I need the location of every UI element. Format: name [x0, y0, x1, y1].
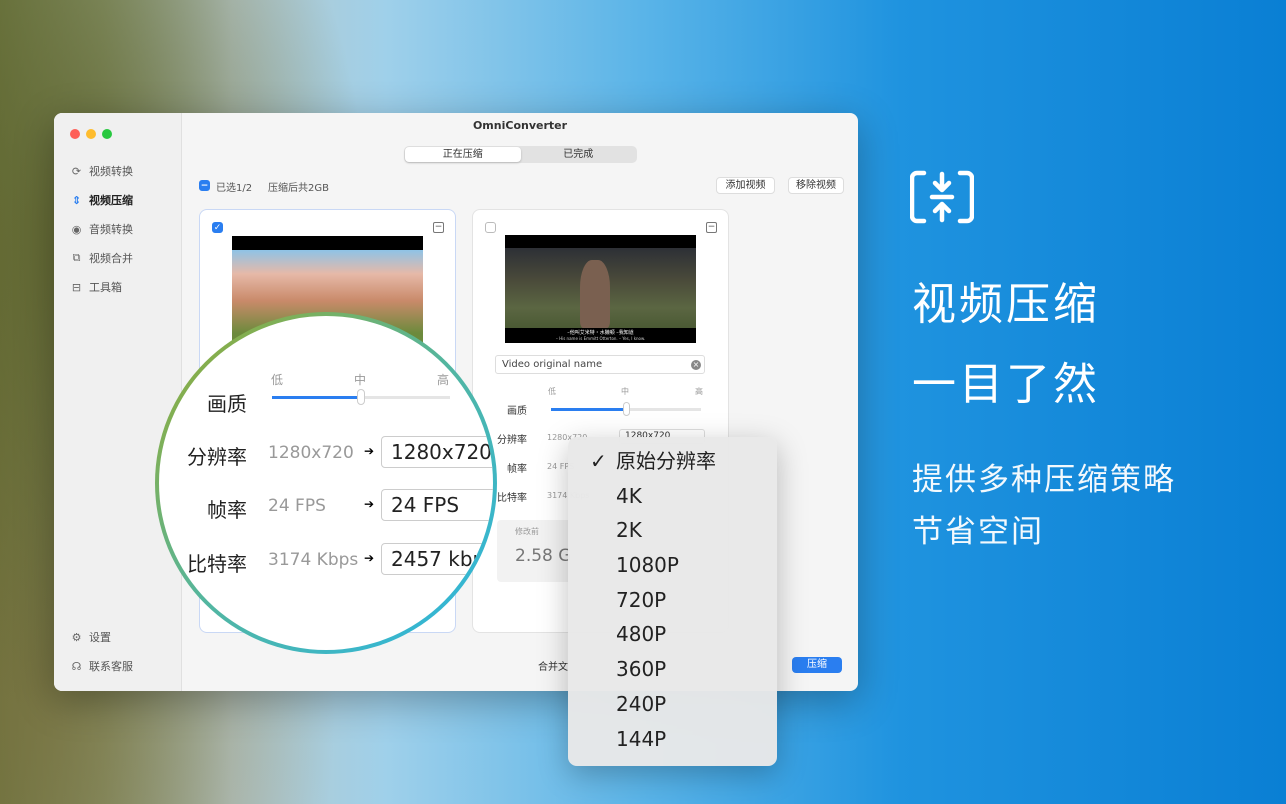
quality-mid-label: 中: [621, 387, 629, 396]
sidebar-item-label: 工具箱: [89, 281, 122, 294]
add-video-button[interactable]: 添加视频: [716, 177, 775, 194]
minimize-button[interactable]: [86, 129, 96, 139]
compress-button[interactable]: 压缩: [792, 657, 842, 673]
resolution-from: 1280x720: [268, 443, 354, 463]
video-checkbox[interactable]: [485, 222, 496, 233]
framerate-select[interactable]: 24 FPS: [381, 489, 493, 521]
tab-compressing[interactable]: 正在压缩: [405, 147, 521, 162]
compress-icon: ⇕: [71, 193, 82, 207]
sidebar-item-label: 视频压缩: [89, 194, 133, 207]
subtitle-en: – His name is Emmitt Otterton. – Yes, I …: [555, 336, 646, 341]
framerate-from: 24 FPS: [268, 496, 326, 516]
slider-thumb[interactable]: [623, 402, 630, 416]
quality-slider[interactable]: [551, 402, 701, 416]
before-size: 2.58 G: [515, 546, 572, 566]
sidebar-item-video-compress[interactable]: ⇕ 视频压缩: [70, 192, 133, 208]
audio-icon: ◉: [71, 222, 82, 236]
resolution-select[interactable]: 1280x720: [381, 436, 493, 468]
arrow-icon: ➔: [364, 444, 375, 458]
quality-label: 画质: [207, 392, 247, 416]
quality-high-label: 高: [437, 373, 450, 387]
clear-icon[interactable]: ×: [691, 360, 701, 370]
sidebar-item-toolbox[interactable]: ⊟ 工具箱: [70, 279, 122, 295]
headset-icon: ☊: [71, 659, 82, 673]
resolution-dropdown-menu: ✓ 原始分辨率 4K 2K 1080P 720P 480P 360P 240P 1…: [568, 437, 777, 766]
promo-title-1: 视频压缩: [912, 279, 1100, 330]
tab-completed[interactable]: 已完成: [521, 147, 637, 162]
promo-subtitle-2: 节省空间: [912, 514, 1044, 550]
framerate-label: 帧率: [207, 498, 247, 522]
sidebar-item-support[interactable]: ☊ 联系客服: [70, 658, 133, 674]
remove-item-icon[interactable]: −: [433, 222, 444, 233]
remove-video-button[interactable]: 移除视频: [788, 177, 844, 194]
video-name-input[interactable]: Video original name: [495, 355, 705, 374]
arrow-icon: ➔: [364, 497, 375, 511]
quality-mid-label: 中: [354, 373, 367, 387]
merge-icon: ⧉: [72, 251, 81, 264]
quality-slider[interactable]: [272, 389, 450, 405]
menu-item-720p[interactable]: 720P: [568, 586, 777, 621]
remove-item-icon[interactable]: −: [706, 222, 717, 233]
select-all-checkbox[interactable]: −: [199, 180, 210, 191]
sidebar-item-label: 联系客服: [89, 660, 133, 673]
before-label: 修改前: [515, 527, 539, 536]
bitrate-select[interactable]: 2457 kbp: [381, 543, 493, 575]
sidebar-item-settings[interactable]: ⚙ 设置: [70, 629, 111, 645]
compress-icon: [910, 170, 974, 224]
sidebar-item-audio-convert[interactable]: ◉ 音频转换: [70, 221, 133, 237]
sidebar-item-label: 音频转换: [89, 223, 133, 236]
bitrate-from: 3174 Kbps: [268, 550, 359, 570]
menu-item-4k[interactable]: 4K: [568, 482, 777, 517]
toolbox-icon: ⊟: [71, 280, 82, 294]
tab-bar: 正在压缩 已完成: [404, 146, 637, 163]
menu-item-2k[interactable]: 2K: [568, 516, 777, 551]
framerate-label: 帧率: [507, 464, 527, 475]
video-convert-icon: ⟳: [71, 164, 82, 178]
menu-item-original[interactable]: ✓ 原始分辨率: [568, 447, 777, 482]
promo-title-2: 一目了然: [912, 359, 1100, 410]
menu-item-144p[interactable]: 144P: [568, 725, 777, 760]
video-checkbox[interactable]: ✓: [212, 222, 223, 233]
sidebar-item-label: 视频合并: [89, 252, 133, 265]
menu-item-360p[interactable]: 360P: [568, 655, 777, 690]
sidebar-item-video-convert[interactable]: ⟳ 视频转换: [70, 163, 133, 179]
sidebar-item-label: 视频转换: [89, 165, 133, 178]
menu-item-240p[interactable]: 240P: [568, 690, 777, 725]
bitrate-label: 比特率: [497, 493, 527, 504]
quality-high-label: 高: [695, 387, 703, 396]
menu-item-480p[interactable]: 480P: [568, 620, 777, 655]
resolution-label: 分辨率: [497, 435, 527, 446]
resolution-label: 分辨率: [187, 445, 247, 469]
close-button[interactable]: [70, 129, 80, 139]
zoom-button[interactable]: [102, 129, 112, 139]
quality-label: 画质: [507, 406, 527, 417]
checkmark-icon: ✓: [590, 449, 607, 473]
promo-subtitle-1: 提供多种压缩策略: [912, 462, 1176, 498]
gear-icon: ⚙: [71, 630, 82, 644]
selected-count: 已选1/2: [216, 183, 253, 194]
menu-item-1080p[interactable]: 1080P: [568, 551, 777, 586]
video-thumbnail: –他叫艾米特・水獭顿 –我知道 – His name is Emmitt Ott…: [505, 235, 696, 343]
total-size: 压缩后共2GB: [268, 183, 329, 194]
window-title: OmniConverter: [472, 119, 568, 132]
quality-low-label: 低: [548, 387, 556, 396]
subtitle-cn: –他叫艾米特・水獭顿 –我知道: [567, 330, 634, 336]
merge-files-label: 合并文: [538, 662, 568, 673]
quality-low-label: 低: [271, 373, 284, 387]
bitrate-label: 比特率: [187, 552, 247, 576]
sidebar-item-video-merge[interactable]: ⧉ 视频合并: [70, 250, 133, 266]
arrow-icon: ➔: [364, 551, 375, 565]
magnifier: 低 中 高 画质 分辨率 1280x720 ➔ 1280x720 帧率 24 F…: [155, 312, 497, 654]
sidebar-item-label: 设置: [89, 631, 111, 644]
slider-thumb[interactable]: [357, 389, 365, 405]
